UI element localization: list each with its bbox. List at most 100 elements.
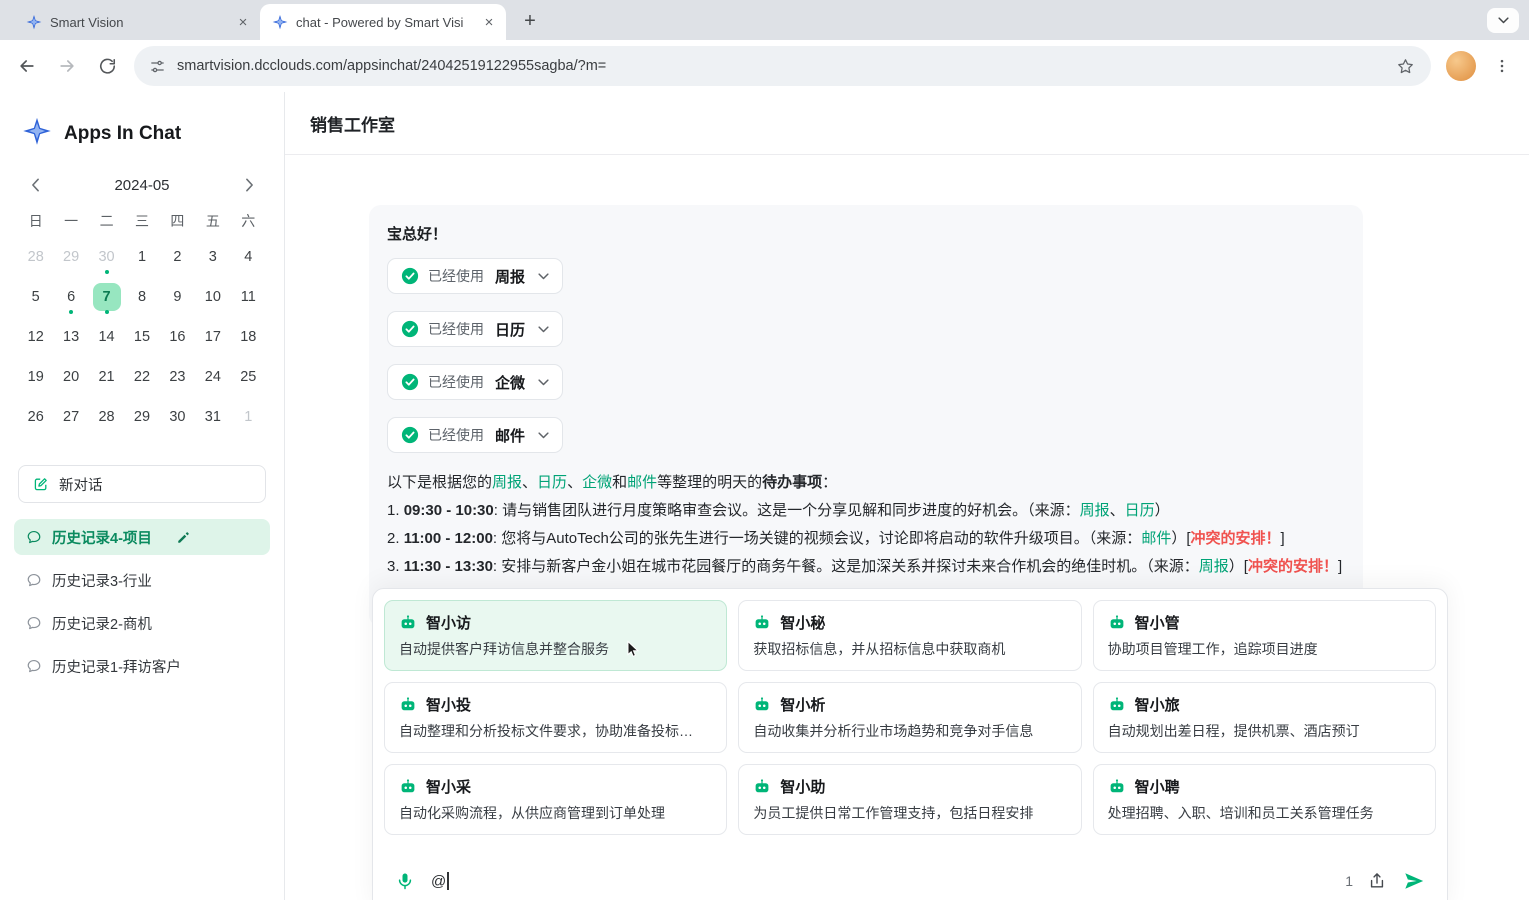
- calendar-day-number: 13: [57, 323, 85, 351]
- url-bar[interactable]: smartvision.dcclouds.com/appsinchat/2404…: [134, 46, 1431, 86]
- status-pill[interactable]: 已经使用邮件: [387, 417, 563, 453]
- agent-card[interactable]: 智小投自动整理和分析投标文件要求，协助准备投标…: [384, 682, 727, 753]
- calendar-day-number: 28: [93, 403, 121, 431]
- chat-input[interactable]: @: [431, 872, 1345, 890]
- pill-tool-name: 企微: [495, 372, 525, 393]
- calendar-day[interactable]: 15: [124, 317, 159, 357]
- calendar-day[interactable]: 23: [160, 357, 195, 397]
- calendar-day[interactable]: 21: [89, 357, 124, 397]
- mic-button[interactable]: [395, 871, 415, 891]
- history-item[interactable]: 历史记录3-行业: [14, 562, 270, 598]
- calendar-day[interactable]: 14: [89, 317, 124, 357]
- calendar-day[interactable]: 29: [53, 237, 88, 277]
- agent-card[interactable]: 智小助为员工提供日常工作管理支持，包括日程安排: [738, 764, 1081, 835]
- tab-close-icon[interactable]: ×: [480, 13, 498, 31]
- source-link[interactable]: 周报: [1199, 558, 1229, 575]
- calendar-day-number: 21: [93, 363, 121, 391]
- calendar-day[interactable]: 25: [231, 357, 266, 397]
- calendar-day[interactable]: 26: [18, 397, 53, 437]
- agent-card[interactable]: 智小聘处理招聘、入职、培训和员工关系管理任务: [1093, 764, 1436, 835]
- calendar-day[interactable]: 27: [53, 397, 88, 437]
- edit-icon[interactable]: [176, 530, 191, 545]
- calendar-day[interactable]: 24: [195, 357, 230, 397]
- reload-button[interactable]: [88, 47, 126, 85]
- history-item[interactable]: 历史记录1-拜访客户: [14, 648, 270, 684]
- tab-list-chevron-button[interactable]: [1487, 8, 1519, 33]
- calendar-day[interactable]: 13: [53, 317, 88, 357]
- agent-card[interactable]: 智小旅自动规划出差日程，提供机票、酒店预订: [1093, 682, 1436, 753]
- calendar-day-number: 16: [163, 323, 191, 351]
- calendar-day[interactable]: 1: [124, 237, 159, 277]
- agent-card[interactable]: 智小析自动收集并分析行业市场趋势和竞争对手信息: [738, 682, 1081, 753]
- calendar-day[interactable]: 8: [124, 277, 159, 317]
- agent-card[interactable]: 智小采自动化采购流程，从供应商管理到订单处理: [384, 764, 727, 835]
- history-item[interactable]: 历史记录4-项目: [14, 519, 270, 555]
- browser-menu-button[interactable]: [1485, 49, 1519, 83]
- calendar-day[interactable]: 5: [18, 277, 53, 317]
- pill-used-label: 已经使用: [428, 425, 484, 445]
- calendar-day[interactable]: 28: [89, 397, 124, 437]
- calendar-day[interactable]: 29: [124, 397, 159, 437]
- calendar-day[interactable]: 22: [124, 357, 159, 397]
- calendar-day[interactable]: 30: [89, 237, 124, 277]
- calendar-day[interactable]: 2: [160, 237, 195, 277]
- status-pill[interactable]: 已经使用日历: [387, 311, 563, 347]
- agent-card-header: 智小助: [753, 776, 1066, 797]
- source-link[interactable]: 邮件: [1141, 530, 1171, 547]
- new-chat-button[interactable]: 新对话: [18, 465, 266, 503]
- calendar-next-button[interactable]: [238, 174, 260, 196]
- agent-name: 智小旅: [1135, 694, 1180, 715]
- text-segment: ）[: [1229, 558, 1248, 575]
- source-link[interactable]: 日历: [537, 474, 567, 491]
- calendar-day[interactable]: 10: [195, 277, 230, 317]
- calendar-day-number: 1: [234, 403, 262, 431]
- calendar-prev-button[interactable]: [24, 174, 46, 196]
- calendar-day[interactable]: 12: [18, 317, 53, 357]
- calendar-day[interactable]: 9: [160, 277, 195, 317]
- source-link[interactable]: 企微: [582, 474, 612, 491]
- status-pill[interactable]: 已经使用周报: [387, 258, 563, 294]
- agent-card[interactable]: 智小秘获取招标信息，并从招标信息中获取商机: [738, 600, 1081, 671]
- calendar-day[interactable]: 6: [53, 277, 88, 317]
- tab-close-icon[interactable]: ×: [234, 13, 252, 31]
- calendar-day[interactable]: 17: [195, 317, 230, 357]
- send-button[interactable]: [1403, 870, 1425, 892]
- calendar-day[interactable]: 7: [89, 277, 124, 317]
- calendar-day[interactable]: 16: [160, 317, 195, 357]
- agent-card[interactable]: 智小访自动提供客户拜访信息并整合服务: [384, 600, 727, 671]
- calendar-day[interactable]: 1: [231, 397, 266, 437]
- calendar-day[interactable]: 19: [18, 357, 53, 397]
- calendar-day[interactable]: 31: [195, 397, 230, 437]
- calendar-day[interactable]: 4: [231, 237, 266, 277]
- browser-tab-smart-vision[interactable]: Smart Vision ×: [14, 4, 260, 40]
- status-pill[interactable]: 已经使用企微: [387, 364, 563, 400]
- calendar-day[interactable]: 28: [18, 237, 53, 277]
- calendar-day[interactable]: 20: [53, 357, 88, 397]
- new-tab-button[interactable]: +: [516, 7, 544, 35]
- text-segment: ]: [1281, 530, 1285, 547]
- text-segment: 09:30 - 10:30: [404, 502, 494, 519]
- agent-card-header: 智小析: [753, 694, 1066, 715]
- chevron-down-icon: [538, 379, 549, 386]
- text-segment: : 请与销售团队进行月度策略审查会议。这是一个分享见解和同步进度的好机会。（来源…: [494, 502, 1080, 519]
- agent-desc: 处理招聘、入职、培训和员工关系管理任务: [1108, 803, 1421, 823]
- source-link[interactable]: 周报: [1080, 502, 1110, 519]
- back-button[interactable]: [8, 47, 46, 85]
- calendar-day[interactable]: 3: [195, 237, 230, 277]
- forward-button[interactable]: [48, 47, 86, 85]
- profile-avatar[interactable]: [1446, 51, 1476, 81]
- upload-button[interactable]: [1367, 871, 1387, 891]
- browser-tab-chat[interactable]: chat - Powered by Smart Visi ×: [260, 4, 506, 40]
- agent-card[interactable]: 智小管协助项目管理工作，追踪项目进度: [1093, 600, 1436, 671]
- calendar-day[interactable]: 30: [160, 397, 195, 437]
- agent-card-header: 智小访: [399, 612, 712, 633]
- history-item[interactable]: 历史记录2-商机: [14, 605, 270, 641]
- source-link[interactable]: 日历: [1125, 502, 1155, 519]
- site-info-icon[interactable]: [149, 58, 166, 75]
- bookmark-star-icon[interactable]: [1391, 52, 1419, 80]
- calendar-day[interactable]: 11: [231, 277, 266, 317]
- agent-name: 智小管: [1135, 612, 1180, 633]
- source-link[interactable]: 邮件: [627, 474, 657, 491]
- calendar-day[interactable]: 18: [231, 317, 266, 357]
- source-link[interactable]: 周报: [492, 474, 522, 491]
